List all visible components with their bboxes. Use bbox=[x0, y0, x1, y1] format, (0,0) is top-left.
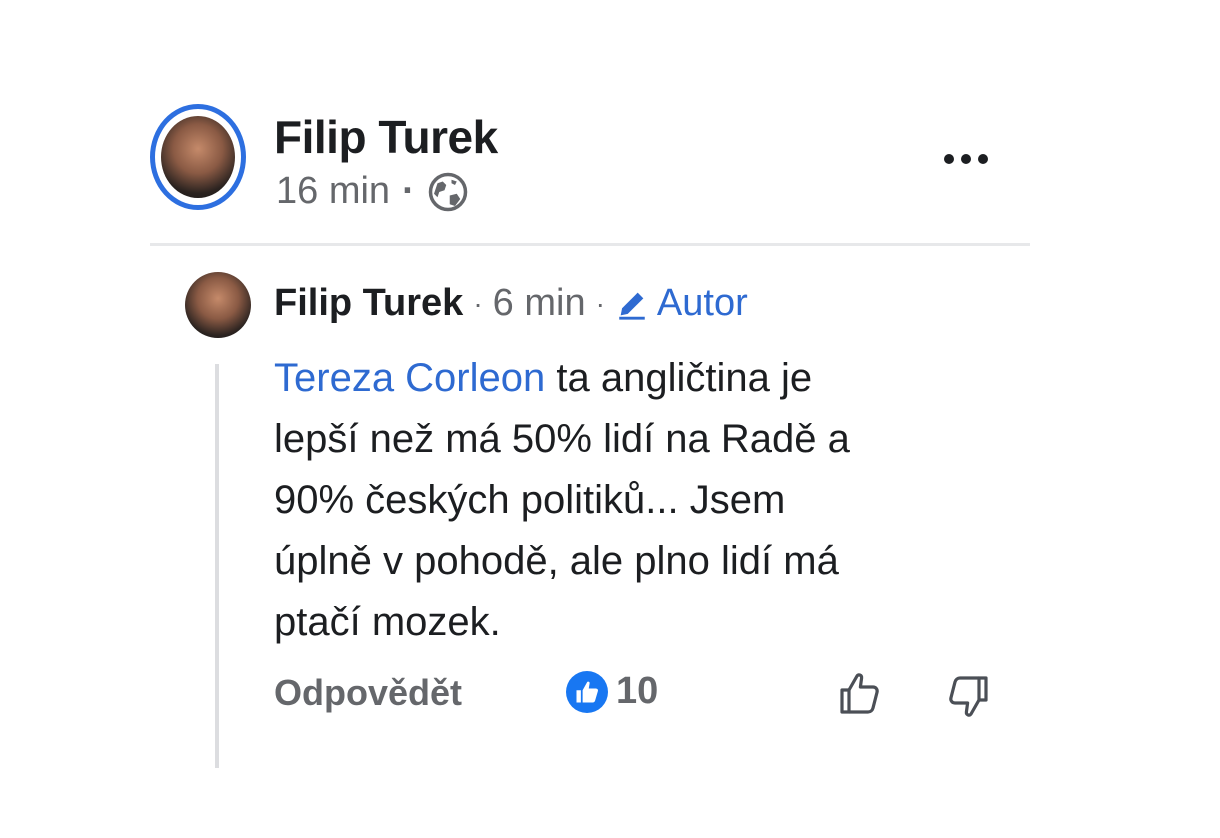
facebook-comment-screenshot: Filip Turek 16 min · Filip Turek · 6 min… bbox=[0, 0, 1220, 838]
like-reaction-icon bbox=[566, 670, 608, 713]
comment-header: Filip Turek · 6 min · Autor bbox=[274, 282, 748, 325]
comment-actions: Odpovědět 10 bbox=[274, 670, 1014, 720]
comment-line-text: ta angličtina je bbox=[545, 356, 813, 400]
comment-separator: · bbox=[595, 287, 605, 319]
comment-line: lepší než má 50% lidí na Radě a bbox=[274, 417, 850, 461]
post-author-name[interactable]: Filip Turek bbox=[274, 110, 498, 164]
comment-line: ptačí mozek. bbox=[274, 600, 501, 644]
post-meta: 16 min · bbox=[276, 170, 469, 213]
mention-link[interactable]: Tereza Corleon bbox=[274, 356, 545, 400]
comment-line: Tereza Corleon ta angličtina je bbox=[274, 348, 1014, 409]
post-time[interactable]: 16 min bbox=[276, 170, 390, 213]
comment-line: úplně v pohodě, ale plno lidí má bbox=[274, 539, 839, 583]
author-badge: Autor bbox=[615, 282, 748, 325]
comment-time[interactable]: 6 min bbox=[493, 282, 586, 325]
author-badge-label: Autor bbox=[656, 282, 748, 324]
pencil-icon bbox=[619, 292, 645, 320]
comment-text: Tereza Corleon ta angličtina je lepší ne… bbox=[274, 348, 1014, 653]
comment-avatar[interactable] bbox=[185, 272, 251, 338]
globe-icon bbox=[428, 172, 467, 211]
post-avatar[interactable] bbox=[150, 104, 246, 210]
like-count: 10 bbox=[616, 670, 659, 712]
thread-line bbox=[215, 364, 219, 768]
thumbs-up-icon[interactable] bbox=[836, 670, 884, 718]
avatar-image bbox=[161, 116, 235, 198]
comment-line: 90% českých politiků... Jsem bbox=[274, 478, 786, 522]
post-header: Filip Turek 16 min · bbox=[150, 104, 1030, 224]
header-divider bbox=[150, 243, 1030, 246]
thumbs-down-icon[interactable] bbox=[944, 672, 992, 720]
reaction-summary[interactable]: 10 bbox=[566, 670, 658, 713]
reply-button[interactable]: Odpovědět bbox=[274, 672, 462, 714]
meta-separator: · bbox=[402, 170, 415, 212]
comment-separator: · bbox=[473, 287, 483, 319]
comment-author-name[interactable]: Filip Turek bbox=[274, 282, 463, 325]
more-options-icon[interactable] bbox=[938, 148, 994, 170]
